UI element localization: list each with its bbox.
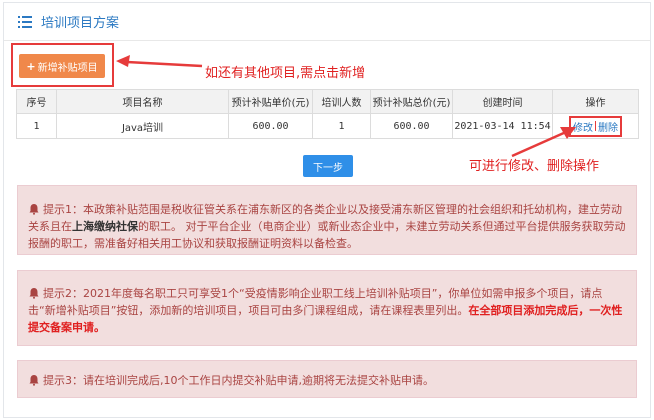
plus-icon: +	[26, 59, 36, 73]
cell-trainee-count: 1	[312, 113, 371, 139]
next-step-button[interactable]: 下一步	[303, 155, 353, 177]
bell-icon	[29, 288, 39, 299]
add-button-highlight: + 新增补贴项目	[11, 43, 114, 87]
list-icon	[18, 15, 32, 28]
tip-1-alert: 提示1：本政策补贴范围是税收征管关系在浦东新区的各类企业以及接受浦东新区管理的社…	[17, 185, 637, 255]
column-header: 操作	[552, 89, 639, 114]
ops-annotation-text: 可进行修改、删除操作	[469, 159, 600, 174]
page-title: 培训项目方案	[41, 16, 120, 31]
delete-link[interactable]: 删除	[598, 119, 618, 134]
add-project-button[interactable]: + 新增补贴项目	[19, 54, 105, 78]
panel-header: 培训项目方案	[4, 3, 650, 41]
cell-total-price: 600.00	[370, 113, 453, 139]
annotation-arrow-up	[511, 127, 576, 158]
cell-project-name: Java培训	[56, 113, 229, 139]
column-header: 创建时间	[452, 89, 553, 114]
bell-icon	[29, 375, 39, 386]
bell-icon	[29, 204, 39, 215]
column-header: 培训人数	[312, 89, 371, 114]
tip-3-alert: 提示3：请在培训完成后,10个工作日内提交补贴申请,逾期将无法提交补贴申请。	[17, 360, 637, 398]
add-project-label: 新增补贴项目	[37, 62, 98, 74]
tip-2-alert: 提示2：2021年度每名职工只可享受1个“受疫情影响企业职工线上培训补贴项目”，…	[17, 270, 637, 346]
cell-unit-price: 600.00	[228, 113, 313, 139]
operations-divider	[595, 121, 596, 131]
table-header-row: 序号 项目名称 预计补贴单价(元) 培训人数 预计补贴总价(元) 创建时间 操作	[16, 89, 639, 114]
add-annotation-text: 如还有其他项目,需点击新增	[205, 66, 366, 81]
column-header: 项目名称	[56, 89, 229, 114]
annotation-arrow-left	[116, 55, 203, 68]
column-header: 序号	[16, 89, 57, 114]
tip-3-text: 提示3：请在培训完成后,10个工作日内提交补贴申请,逾期将无法提交补贴申请。	[43, 374, 434, 387]
tip-1-bold: 上海缴纳社保	[72, 220, 138, 233]
column-header: 预计补贴单价(元)	[228, 89, 313, 114]
cell-index: 1	[16, 113, 57, 139]
column-header: 预计补贴总价(元)	[370, 89, 453, 114]
